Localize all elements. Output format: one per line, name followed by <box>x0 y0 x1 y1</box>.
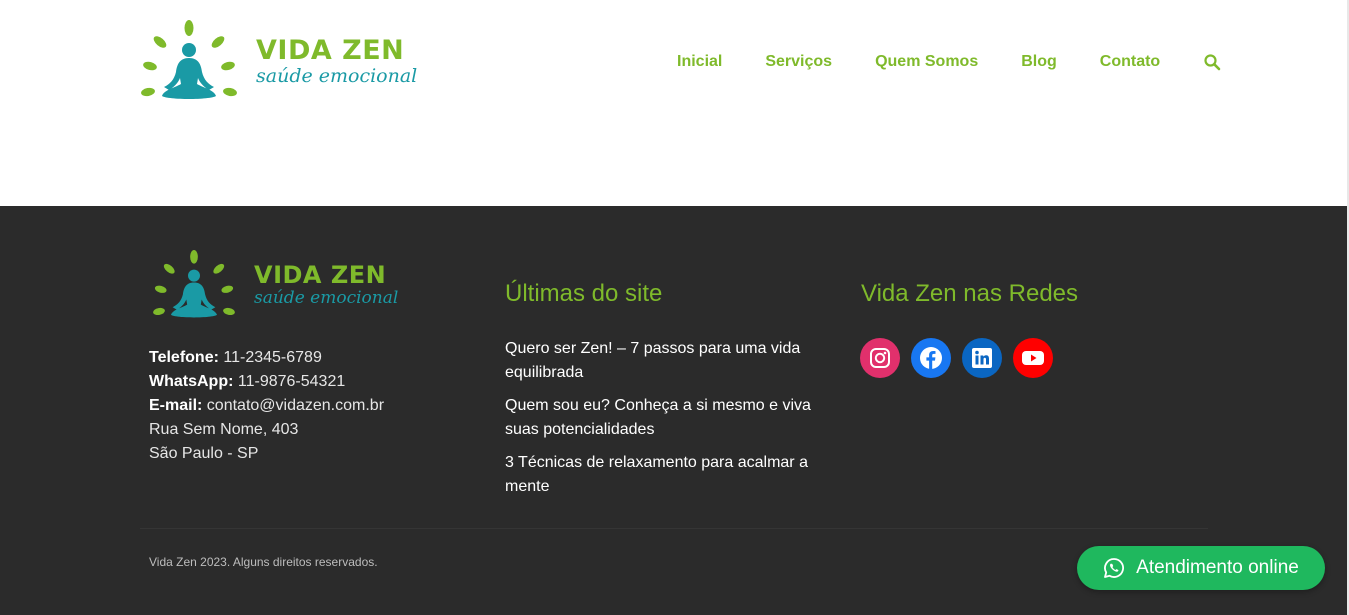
list-item: Quem sou eu? Conheça a si mesmo e viva s… <box>505 394 825 442</box>
phone-line: Telefone: 11-2345-6789 <box>149 346 384 370</box>
phone-value: 11-2345-6789 <box>223 349 322 366</box>
latest-posts-list: Quero ser Zen! – 7 passos para uma vida … <box>505 337 825 508</box>
online-support-label: Atendimento online <box>1136 557 1299 578</box>
footer-divider <box>140 528 1208 529</box>
logo-tagline: saúde emocional <box>254 288 399 308</box>
address: Rua Sem Nome, 403 <box>149 421 299 438</box>
list-item: 3 Técnicas de relaxamento para acalmar a… <box>505 451 825 499</box>
main-nav: Inicial Serviços Quem Somos Blog Contato <box>677 52 1221 72</box>
phone-label: Telefone: <box>149 349 219 366</box>
nav-item-blog[interactable]: Blog <box>1021 53 1057 71</box>
nav-item-contato[interactable]: Contato <box>1100 53 1160 71</box>
logo-title: VIDA ZEN <box>254 261 387 289</box>
list-item: Quero ser Zen! – 7 passos para uma vida … <box>505 337 825 385</box>
social-links <box>860 338 1064 378</box>
post-link[interactable]: Quem sou eu? Conheça a si mesmo e viva s… <box>505 397 811 438</box>
copyright-text: Vida Zen 2023. Alguns direitos reservado… <box>149 555 378 569</box>
email-value: contato@vidazen.com.br <box>206 397 385 414</box>
nav-item-servicos[interactable]: Serviços <box>765 53 832 71</box>
post-link[interactable]: Quero ser Zen! – 7 passos para uma vida … <box>505 340 800 381</box>
nav-item-quem-somos[interactable]: Quem Somos <box>875 53 978 71</box>
whatsapp-icon <box>1104 558 1125 578</box>
latest-posts-title: Últimas do site <box>505 280 663 307</box>
contact-info: Telefone: 11-2345-6789 WhatsApp: 11-9876… <box>149 346 384 466</box>
whatsapp-label: WhatsApp: <box>149 373 234 390</box>
logo-title: VIDA ZEN <box>256 34 405 66</box>
footer-logo[interactable]: VIDA ZEN saúde emocional <box>148 250 398 320</box>
whatsapp-line: WhatsApp: 11-9876-54321 <box>149 370 384 394</box>
linkedin-icon[interactable] <box>962 338 1002 378</box>
instagram-icon[interactable] <box>860 338 900 378</box>
social-title: Vida Zen nas Redes <box>861 280 1079 307</box>
city: São Paulo - SP <box>149 445 259 462</box>
whatsapp-value: 11-9876-54321 <box>237 373 346 390</box>
meditation-logo-icon <box>141 20 237 99</box>
youtube-icon[interactable] <box>1013 338 1053 378</box>
online-support-button[interactable]: Atendimento online <box>1077 546 1325 590</box>
email-label: E-mail: <box>149 397 203 414</box>
logo-tagline: saúde emocional <box>256 64 418 87</box>
email-line: E-mail: contato@vidazen.com.br <box>149 394 384 418</box>
site-header: VIDA ZEN saúde emocional Inicial Serviço… <box>0 0 1349 206</box>
nav-item-inicial[interactable]: Inicial <box>677 53 722 71</box>
header-logo[interactable]: VIDA ZEN saúde emocional <box>136 20 417 102</box>
post-link[interactable]: 3 Técnicas de relaxamento para acalmar a… <box>505 454 808 495</box>
search-icon[interactable] <box>1203 53 1221 71</box>
facebook-icon[interactable] <box>911 338 951 378</box>
meditation-logo-icon <box>153 250 235 318</box>
